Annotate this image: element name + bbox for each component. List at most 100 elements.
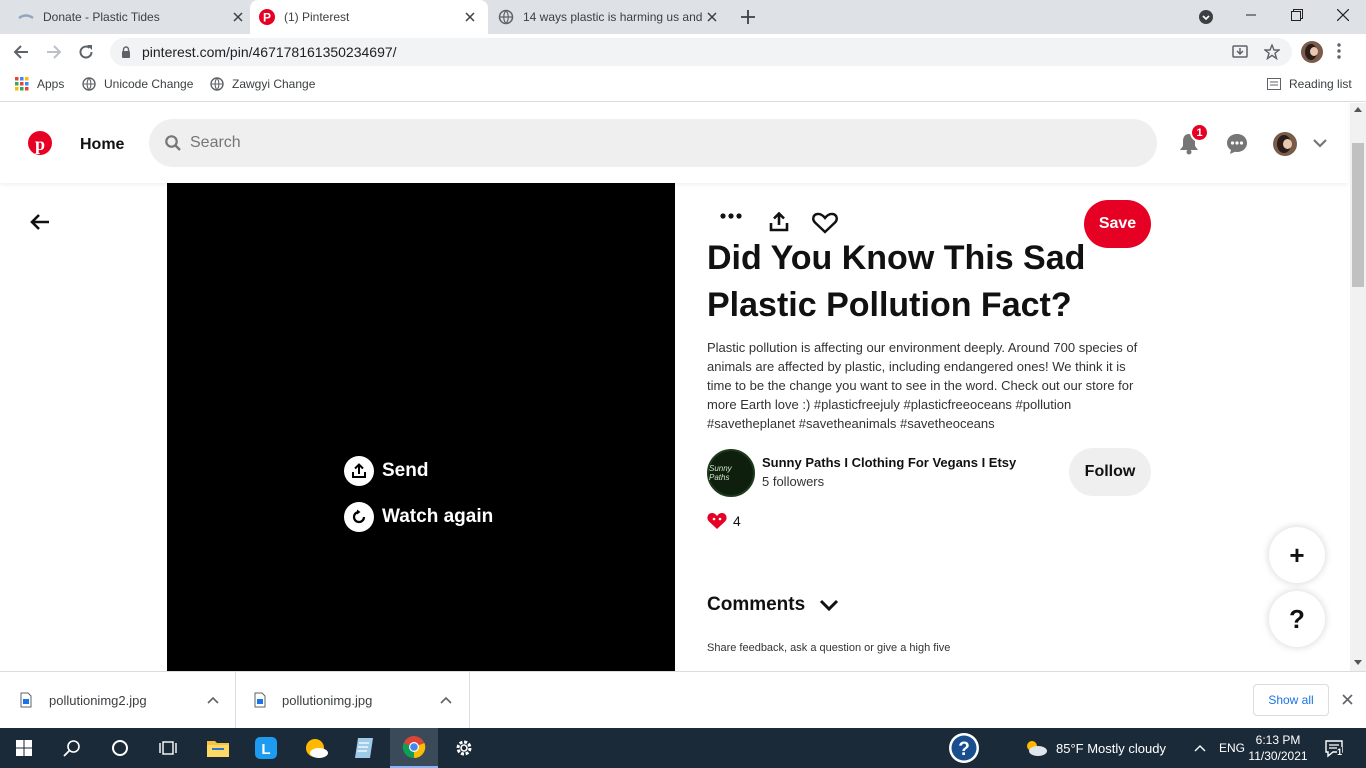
messages-button[interactable] <box>1226 133 1248 155</box>
more-options-button[interactable] <box>720 213 742 219</box>
pin-description: Plastic pollution is affecting our envir… <box>707 340 1138 431</box>
like-button[interactable] <box>812 212 838 234</box>
download-item[interactable]: pollutionimg2.jpg <box>20 672 236 728</box>
help-button[interactable]: ? <box>1269 591 1325 647</box>
app-l-icon[interactable]: L <box>242 728 290 768</box>
bookmark-apps[interactable]: Apps <box>15 70 64 98</box>
watch-again-button[interactable]: Watch again <box>344 502 493 532</box>
back-button[interactable] <box>7 38 35 66</box>
tab-close-icon[interactable] <box>230 9 246 25</box>
svg-text:p: p <box>35 134 45 154</box>
search-input[interactable]: Search <box>149 119 1157 167</box>
browser-tab-strip: Donate - Plastic Tides P (1) Pinterest 1… <box>0 0 1366 34</box>
chevron-down-icon <box>1313 139 1327 148</box>
settings-app-icon[interactable] <box>440 728 488 768</box>
chrome-menu-button[interactable] <box>1337 43 1341 59</box>
globe-icon <box>498 9 514 25</box>
creator-name[interactable]: Sunny Paths I Clothing For Vegans I Etsy <box>762 455 1016 470</box>
comments-toggle[interactable]: Comments <box>707 594 839 616</box>
scrollbar-thumb[interactable] <box>1352 143 1364 287</box>
creator-avatar[interactable]: Sunny Paths <box>707 449 755 497</box>
send-video-button[interactable]: Send <box>344 456 428 486</box>
weather-widget[interactable]: 85°F Mostly cloudy <box>1024 728 1166 768</box>
tab-search-icon <box>1199 10 1213 24</box>
create-pin-button[interactable]: + <box>1269 527 1325 583</box>
share-button[interactable] <box>769 212 789 232</box>
reactions[interactable]: 4 <box>707 512 741 530</box>
home-nav-link[interactable]: Home <box>80 136 124 154</box>
new-tab-button[interactable] <box>738 7 758 27</box>
bookmark-unicode-change[interactable]: Unicode Change <box>82 70 193 98</box>
download-item[interactable]: pollutionimg.jpg <box>254 672 470 728</box>
cortana-circle-icon <box>112 740 128 756</box>
input-language[interactable]: ENG <box>1219 728 1245 768</box>
notepad-app-icon[interactable] <box>340 728 388 768</box>
browser-toolbar: pinterest.com/pin/467178161350234697/ <box>0 34 1366 70</box>
close-window-button[interactable] <box>1320 0 1366 30</box>
account-menu-button[interactable] <box>1313 138 1327 148</box>
pin-video[interactable]: Send Watch again <box>167 183 675 671</box>
scroll-up-icon[interactable] <box>1354 107 1362 112</box>
reload-button[interactable] <box>72 38 100 66</box>
globe-icon <box>82 77 96 91</box>
cortana-button[interactable] <box>96 728 144 768</box>
image-file-icon <box>254 692 266 708</box>
ellipsis-icon <box>720 213 742 219</box>
forward-button[interactable] <box>40 38 68 66</box>
tab-title: (1) Pinterest <box>284 10 350 24</box>
install-app-icon <box>1232 45 1248 58</box>
bookmark-zawgyi-change[interactable]: Zawgyi Change <box>210 70 315 98</box>
close-download-shelf-button[interactable] <box>1342 694 1353 705</box>
pin-title: Did You Know This Sad Plastic Pollution … <box>707 239 1086 324</box>
comments-label: Comments <box>707 594 806 615</box>
scroll-down-icon[interactable] <box>1354 660 1362 665</box>
share-upload-icon <box>769 212 789 232</box>
clock-date: 11/30/2021 <box>1248 749 1308 763</box>
download-filename: pollutionimg2.jpg <box>49 692 147 708</box>
weather-app-icon[interactable] <box>292 728 340 768</box>
restore-button[interactable] <box>1274 0 1320 30</box>
minimize-button[interactable] <box>1228 0 1274 30</box>
search-icon <box>63 740 80 757</box>
gear-icon <box>456 740 472 756</box>
back-to-feed-button[interactable] <box>30 214 50 230</box>
tab-close-icon[interactable] <box>704 9 720 25</box>
replay-icon <box>344 502 374 532</box>
reload-icon <box>79 45 93 59</box>
address-bar[interactable]: pinterest.com/pin/467178161350234697/ <box>110 38 1292 66</box>
help-tray-icon[interactable]: ? <box>948 728 980 768</box>
show-hidden-icons-button[interactable] <box>1194 728 1206 768</box>
page-scrollbar[interactable] <box>1350 103 1366 671</box>
chevron-up-icon <box>1194 745 1206 752</box>
clock[interactable]: 6:13 PM 11/30/2021 <box>1248 728 1308 768</box>
task-view-button[interactable] <box>144 728 192 768</box>
watch-again-label: Watch again <box>382 506 494 527</box>
tab-pinterest[interactable]: P (1) Pinterest <box>250 0 488 34</box>
apps-grid-icon <box>15 77 29 91</box>
follow-button[interactable]: Follow <box>1069 448 1151 496</box>
task-view-icon <box>159 741 177 755</box>
start-button[interactable] <box>0 728 48 768</box>
tab-donate[interactable]: Donate - Plastic Tides <box>18 0 246 34</box>
taskbar-search-button[interactable] <box>48 728 96 768</box>
bookmark-star-icon <box>1264 44 1280 60</box>
pinterest-logo-icon[interactable]: p <box>28 131 52 155</box>
chrome-profile-avatar[interactable] <box>1301 41 1323 63</box>
tab-search-button[interactable] <box>1198 9 1214 25</box>
reading-list-button[interactable]: Reading list <box>1267 70 1352 98</box>
share-upload-icon <box>344 456 374 486</box>
bookmark-label: Unicode Change <box>104 77 194 91</box>
user-avatar[interactable] <box>1273 132 1297 156</box>
chrome-app-active[interactable] <box>390 728 438 768</box>
chevron-up-icon <box>207 696 219 704</box>
tab-close-icon[interactable] <box>462 9 478 25</box>
svg-text:L: L <box>261 741 270 758</box>
window-controls <box>1228 0 1366 34</box>
action-center-button[interactable]: 1 <box>1324 728 1344 768</box>
kebab-menu-icon <box>1337 43 1341 59</box>
pinterest-page: p Home Search 1 Send Watch again Save Di… <box>0 103 1366 671</box>
file-explorer-app[interactable] <box>194 728 242 768</box>
send-label: Send <box>382 460 429 481</box>
tab-plastic-article[interactable]: 14 ways plastic is harming us and <box>498 0 720 34</box>
show-all-downloads-button[interactable]: Show all <box>1253 684 1329 716</box>
